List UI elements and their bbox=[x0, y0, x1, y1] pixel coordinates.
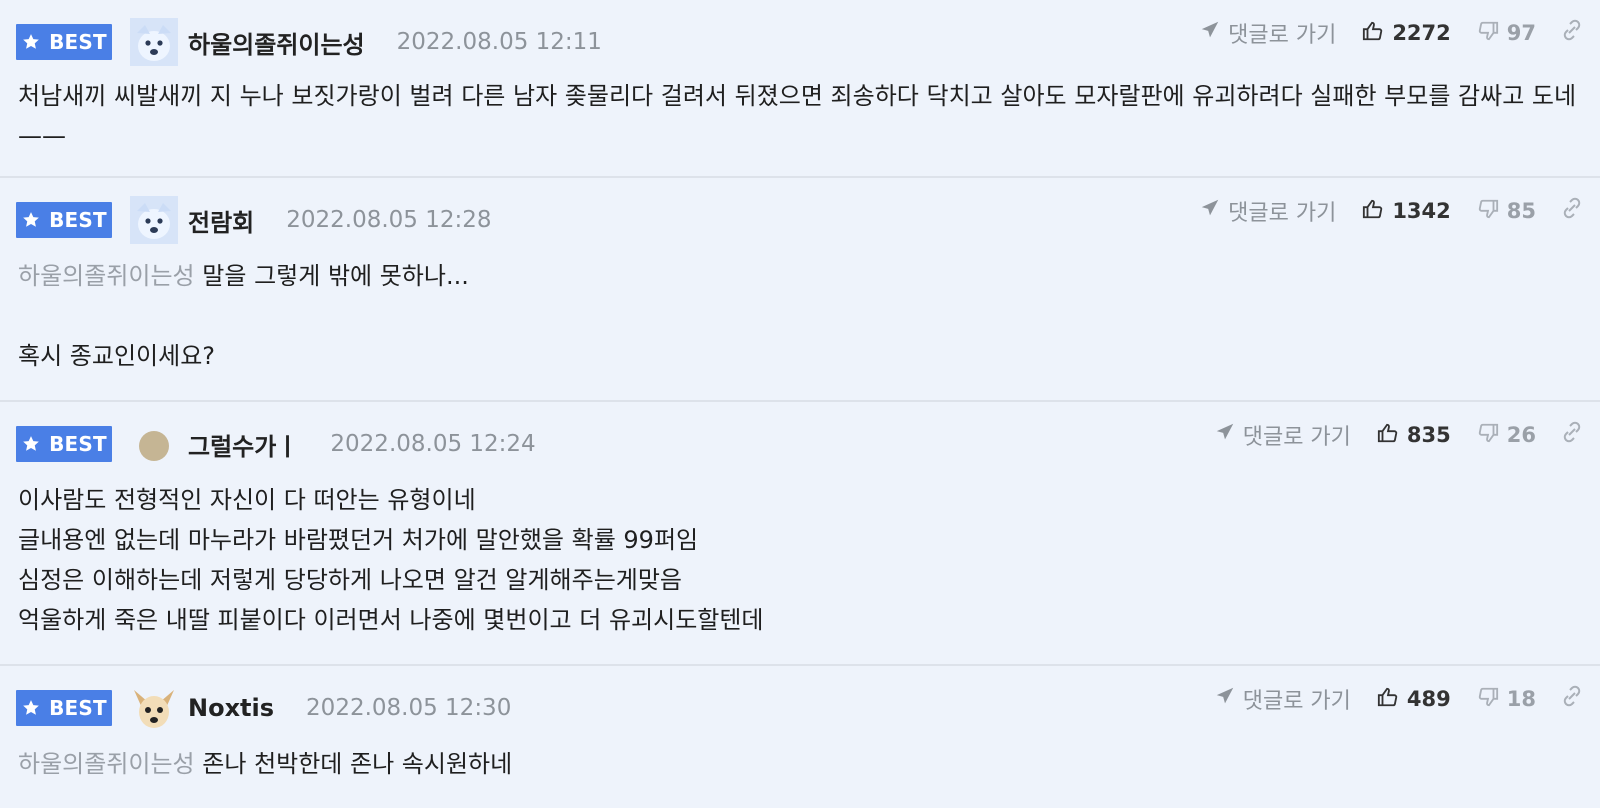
comment-text: 존나 천박한데 존나 속시원하네 bbox=[202, 750, 513, 778]
chihuahua-avatar[interactable] bbox=[130, 684, 178, 732]
comment-text: 처남새끼 씨발새끼 지 누나 보짓가랑이 벌려 다른 남자 좆물리다 걸려서 뒤… bbox=[18, 82, 1584, 150]
best-badge: BEST bbox=[16, 202, 112, 238]
mention[interactable]: 하울의졸쥐이는성 bbox=[18, 262, 195, 290]
best-badge-label: BEST bbox=[49, 208, 107, 232]
dislike-button[interactable]: 97 bbox=[1477, 20, 1536, 47]
nickname[interactable]: 전람회 bbox=[188, 203, 254, 238]
reply-button[interactable]: 댓글로 가기 bbox=[1199, 195, 1336, 227]
thumbs-down-icon bbox=[1477, 686, 1499, 713]
comment-body: 이사람도 전형적인 자신이 다 떠안는 유형이네 글내용엔 없는데 마누라가 바… bbox=[18, 480, 1580, 640]
star-icon bbox=[21, 698, 41, 718]
like-count: 2272 bbox=[1392, 21, 1451, 45]
send-icon bbox=[1199, 19, 1221, 47]
link-icon bbox=[1560, 196, 1584, 226]
thumbs-down-icon bbox=[1477, 198, 1499, 225]
send-icon bbox=[1214, 685, 1236, 713]
dislike-button[interactable]: 26 bbox=[1477, 422, 1536, 449]
reply-button[interactable]: 댓글로 가기 bbox=[1214, 419, 1351, 451]
link-icon bbox=[1560, 420, 1584, 450]
thumbs-up-icon bbox=[1362, 20, 1384, 47]
best-badge: BEST bbox=[16, 690, 112, 726]
send-icon bbox=[1199, 197, 1221, 225]
comment-item: BEST 하울의졸쥐이는성 2022.08.05 12:11 댓글로 가기 22… bbox=[0, 0, 1600, 178]
comment-header: BEST Noxtis 2022.08.05 12:30 bbox=[16, 684, 511, 732]
copy-link-button[interactable] bbox=[1560, 684, 1584, 714]
dislike-count: 18 bbox=[1506, 687, 1536, 711]
copy-link-button[interactable] bbox=[1560, 196, 1584, 226]
dislike-button[interactable]: 85 bbox=[1477, 198, 1536, 225]
comment-actions: 댓글로 가기 835 26 bbox=[1214, 416, 1584, 454]
thumbs-up-icon bbox=[1377, 686, 1399, 713]
like-button[interactable]: 2272 bbox=[1362, 20, 1451, 47]
dog-avatar[interactable] bbox=[130, 18, 178, 66]
comment-actions: 댓글로 가기 1342 85 bbox=[1199, 192, 1584, 230]
comment-item: BEST 그럴수가ㅣ 2022.08.05 12:24 댓글로 가기 835 2… bbox=[0, 402, 1600, 666]
best-badge: BEST bbox=[16, 426, 112, 462]
nickname[interactable]: Noxtis bbox=[188, 694, 274, 722]
dislike-count: 85 bbox=[1506, 199, 1536, 223]
comment-item: BEST 전람회 2022.08.05 12:28 댓글로 가기 1342 85… bbox=[0, 178, 1600, 402]
reply-label: 댓글로 가기 bbox=[1242, 689, 1351, 714]
comment-date: 2022.08.05 12:11 bbox=[396, 29, 602, 55]
dot-avatar[interactable] bbox=[130, 420, 178, 468]
like-button[interactable]: 489 bbox=[1377, 686, 1451, 713]
thumbs-up-icon bbox=[1362, 198, 1384, 225]
star-icon bbox=[21, 32, 41, 52]
dislike-button[interactable]: 18 bbox=[1477, 686, 1536, 713]
thumbs-down-icon bbox=[1477, 20, 1499, 47]
comment-body: 하울의졸쥐이는성 말을 그렇게 밖에 못하나... 혹시 종교인이세요? bbox=[18, 256, 1580, 376]
like-button[interactable]: 1342 bbox=[1362, 198, 1451, 225]
dog-avatar[interactable] bbox=[130, 196, 178, 244]
like-count: 1342 bbox=[1392, 199, 1451, 223]
comment-body: 하울의졸쥐이는성 존나 천박한데 존나 속시원하네 bbox=[18, 744, 1580, 784]
thumbs-up-icon bbox=[1377, 422, 1399, 449]
reply-label: 댓글로 가기 bbox=[1228, 23, 1337, 48]
star-icon bbox=[21, 210, 41, 230]
like-count: 835 bbox=[1406, 423, 1451, 447]
comment-item: BEST Noxtis 2022.08.05 12:30 댓글로 가기 489 … bbox=[0, 666, 1600, 808]
comment-header: BEST 하울의졸쥐이는성 2022.08.05 12:11 bbox=[16, 18, 602, 66]
reply-label: 댓글로 가기 bbox=[1228, 201, 1337, 226]
comment-date: 2022.08.05 12:30 bbox=[306, 695, 512, 721]
copy-link-button[interactable] bbox=[1560, 420, 1584, 450]
like-count: 489 bbox=[1406, 687, 1451, 711]
reply-button[interactable]: 댓글로 가기 bbox=[1199, 17, 1336, 49]
comment-header: BEST 전람회 2022.08.05 12:28 bbox=[16, 196, 492, 244]
best-badge-label: BEST bbox=[49, 30, 107, 54]
comment-body: 처남새끼 씨발새끼 지 누나 보짓가랑이 벌려 다른 남자 좆물리다 걸려서 뒤… bbox=[18, 76, 1580, 156]
mention[interactable]: 하울의졸쥐이는성 bbox=[18, 750, 195, 778]
dislike-count: 97 bbox=[1506, 21, 1536, 45]
star-icon bbox=[21, 434, 41, 454]
comment-text: 이사람도 전형적인 자신이 다 떠안는 유형이네 글내용엔 없는데 마누라가 바… bbox=[18, 486, 764, 634]
link-icon bbox=[1560, 684, 1584, 714]
send-icon bbox=[1214, 421, 1236, 449]
comment-date: 2022.08.05 12:28 bbox=[286, 207, 492, 233]
best-badge: BEST bbox=[16, 24, 112, 60]
best-badge-label: BEST bbox=[49, 696, 107, 720]
comment-date: 2022.08.05 12:24 bbox=[330, 431, 536, 457]
nickname[interactable]: 그럴수가ㅣ bbox=[188, 427, 298, 462]
link-icon bbox=[1560, 18, 1584, 48]
thumbs-down-icon bbox=[1477, 422, 1499, 449]
like-button[interactable]: 835 bbox=[1377, 422, 1451, 449]
copy-link-button[interactable] bbox=[1560, 18, 1584, 48]
reply-label: 댓글로 가기 bbox=[1242, 425, 1351, 450]
nickname[interactable]: 하울의졸쥐이는성 bbox=[188, 25, 365, 60]
comment-actions: 댓글로 가기 489 18 bbox=[1214, 680, 1584, 718]
best-badge-label: BEST bbox=[49, 432, 107, 456]
dislike-count: 26 bbox=[1506, 423, 1536, 447]
reply-button[interactable]: 댓글로 가기 bbox=[1214, 683, 1351, 715]
comment-header: BEST 그럴수가ㅣ 2022.08.05 12:24 bbox=[16, 420, 536, 468]
comment-actions: 댓글로 가기 2272 97 bbox=[1199, 14, 1584, 52]
